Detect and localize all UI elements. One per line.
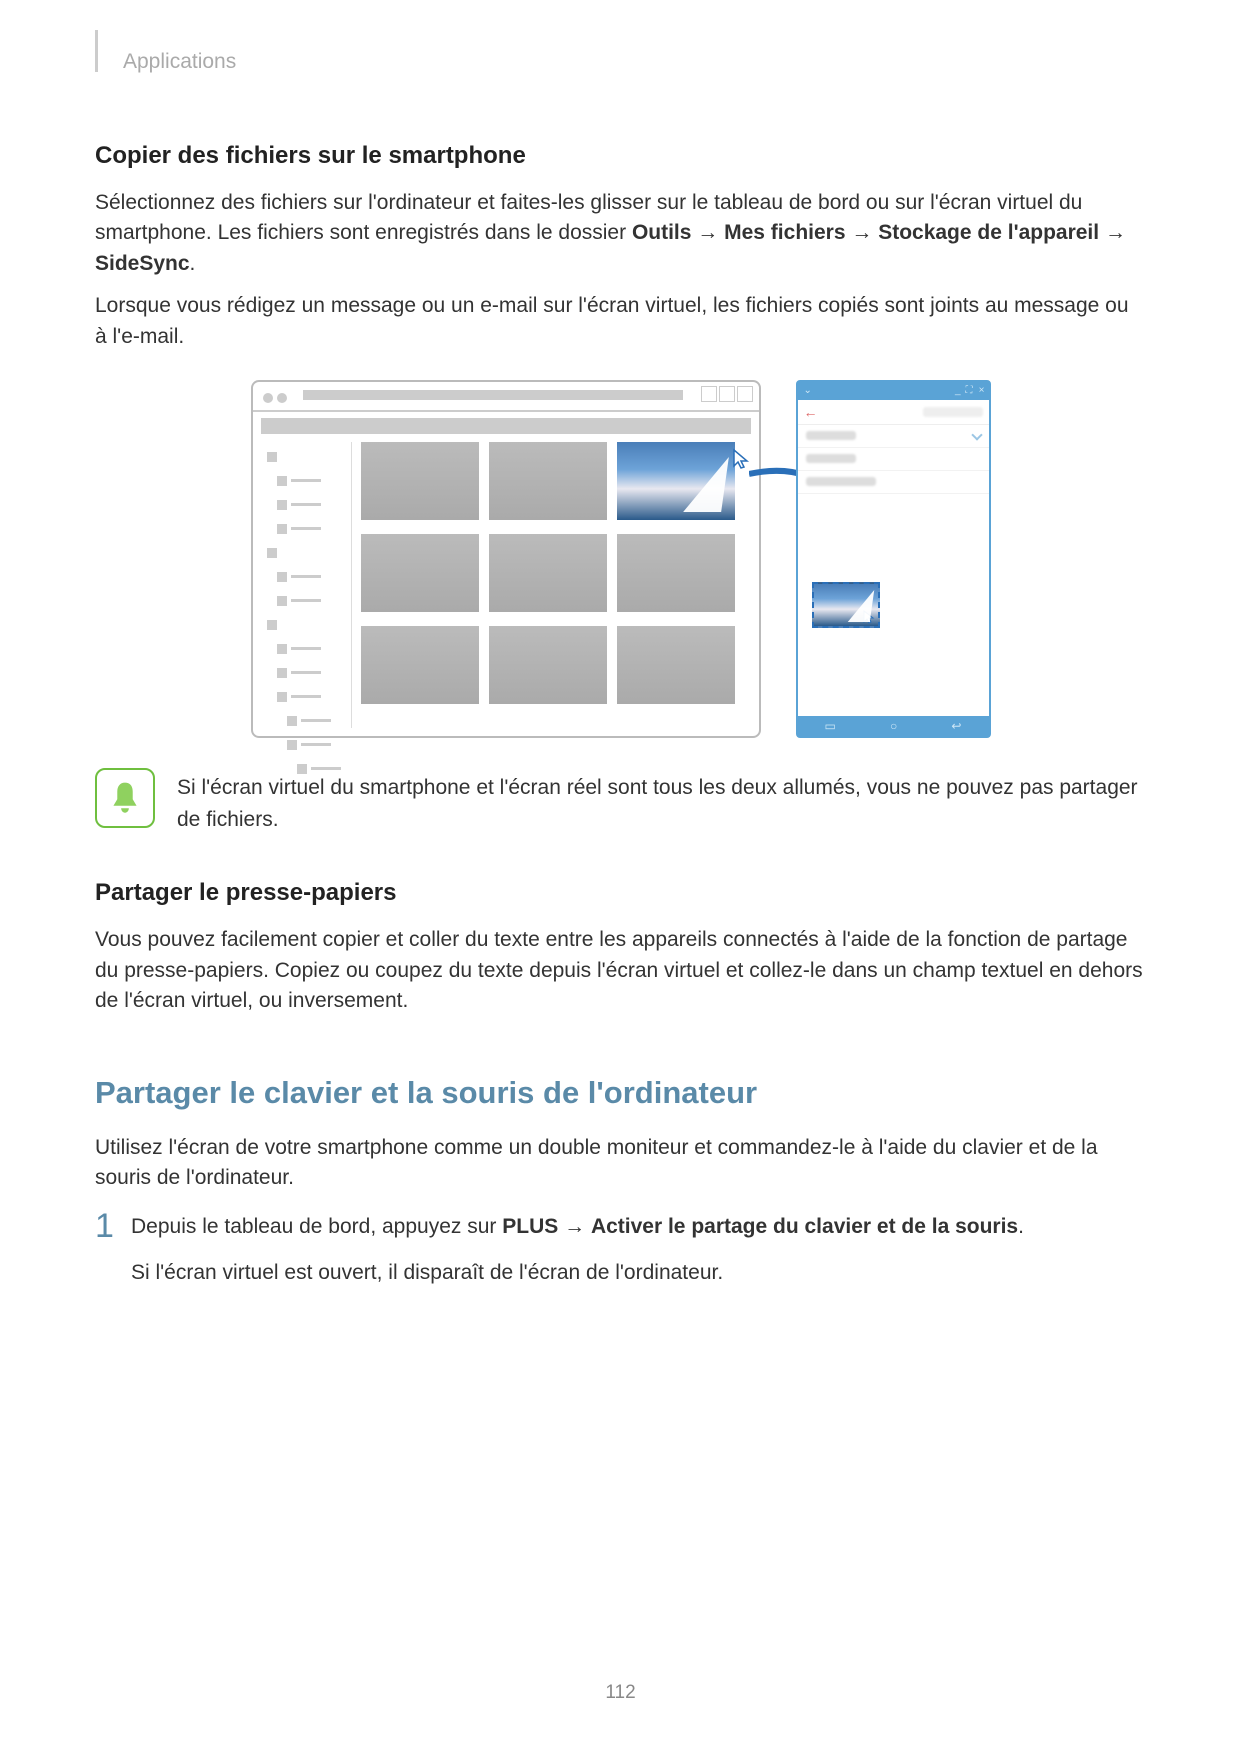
- figure-thumbnail: [489, 626, 607, 704]
- tree-item: [267, 448, 351, 466]
- figure-phone-navbar: ▭ ○ ↩: [798, 716, 989, 736]
- text-segment: .: [190, 252, 196, 275]
- tree-item: [277, 688, 351, 706]
- heading-clipboard: Partager le presse-papiers: [95, 879, 1146, 907]
- figure-window-dots: [263, 390, 291, 408]
- figure-drop-target: [812, 582, 880, 628]
- note-text: Si l'écran virtuel du smartphone et l'éc…: [177, 768, 1146, 835]
- figure-content: [261, 442, 751, 728]
- recent-apps-icon: ▭: [825, 719, 836, 733]
- chevron-down-icon: ⌄: [804, 382, 812, 400]
- figure-thumbnail: [361, 626, 479, 704]
- back-icon: ↩: [951, 719, 961, 733]
- tree-item: [277, 664, 351, 682]
- step-1: 1 Depuis le tableau de bord, appuyez sur…: [95, 1211, 1146, 1302]
- header-accent-line: [95, 30, 98, 72]
- tree-item: [287, 736, 351, 754]
- figure-thumbnail: [489, 442, 607, 520]
- page-number: 112: [0, 1682, 1241, 1704]
- tree-item: [277, 592, 351, 610]
- note-callout: Si l'écran virtuel du smartphone et l'éc…: [95, 768, 1146, 835]
- figure-window-titlebar: [253, 382, 759, 412]
- figure-phone-header: ←: [798, 400, 989, 425]
- figure-thumbnail: [617, 626, 735, 704]
- arrow-icon: →: [691, 221, 724, 244]
- figure-thumbnail: [361, 534, 479, 612]
- path-part-sidesync: SideSync: [95, 252, 190, 275]
- document-page: Applications Copier des fichiers sur le …: [0, 0, 1241, 1754]
- step-body: Depuis le tableau de bord, appuyez sur P…: [131, 1211, 1024, 1302]
- back-icon: ←: [804, 404, 818, 420]
- breadcrumb: Applications: [123, 50, 1146, 74]
- paragraph-copy-files-1: Sélectionnez des fichiers sur l'ordinate…: [95, 188, 1146, 279]
- tree-item: [267, 544, 351, 562]
- expand-icon: ⛶: [966, 382, 973, 400]
- figure-drag-drop: ⌄ _ ⛶ × ← ▭ ○ ↩: [251, 380, 991, 740]
- figure-sidebar-tree: [261, 442, 352, 728]
- figure-phone-row: [798, 471, 989, 494]
- heading-copy-files: Copier des fichiers sur le smartphone: [95, 142, 1146, 170]
- figure-thumbnail: [361, 442, 479, 520]
- arrow-icon: →: [558, 1215, 591, 1238]
- cursor-icon: [731, 448, 753, 470]
- text-segment: Depuis le tableau de bord, appuyez sur: [131, 1215, 502, 1238]
- path-part-mesfichiers: Mes fichiers: [724, 221, 845, 244]
- minimize-icon: _: [955, 382, 961, 400]
- heading-share-keyboard-mouse: Partager le clavier et la souris de l'or…: [95, 1075, 1146, 1111]
- bell-icon: [95, 768, 155, 828]
- path-part-stockage: Stockage de l'appareil: [878, 221, 1099, 244]
- tree-item: [277, 568, 351, 586]
- figure-window-buttons: [699, 386, 753, 407]
- figure-thumbnail: [489, 534, 607, 612]
- paragraph-clipboard: Vous pouvez facilement copier et coller …: [95, 925, 1146, 1016]
- tree-item: [277, 496, 351, 514]
- chevron-down-icon: [971, 430, 982, 441]
- figure-desktop-window: [251, 380, 761, 738]
- figure-phone-window: ⌄ _ ⛶ × ← ▭ ○ ↩: [796, 380, 991, 738]
- step-line-2: Si l'écran virtuel est ouvert, il dispar…: [131, 1257, 1024, 1289]
- tree-item: [277, 640, 351, 658]
- tree-item: [267, 616, 351, 634]
- menu-activate-share: Activer le partage du clavier et de la s…: [591, 1215, 1018, 1238]
- tree-item: [277, 472, 351, 490]
- paragraph-share-km: Utilisez l'écran de votre smartphone com…: [95, 1133, 1146, 1194]
- figure-thumbnail-grid: [361, 442, 751, 728]
- figure-phone-row: [798, 425, 989, 448]
- arrow-icon: →: [1099, 221, 1126, 244]
- tree-item: [277, 520, 351, 538]
- close-icon: ×: [979, 382, 985, 400]
- cursor-icon: [862, 610, 876, 624]
- figure-toolbar: [261, 418, 751, 434]
- figure-thumbnail: [617, 534, 735, 612]
- figure-phone-row: [798, 448, 989, 471]
- step-number: 1: [95, 1209, 131, 1243]
- figure-thumbnail-selected: [617, 442, 735, 520]
- figure-blurred-text: [923, 407, 983, 417]
- tree-item: [297, 760, 351, 778]
- figure-address-bar: [303, 390, 683, 400]
- home-icon: ○: [890, 719, 897, 733]
- text-segment: .: [1018, 1215, 1024, 1238]
- paragraph-copy-files-2: Lorsque vous rédigez un message ou un e-…: [95, 291, 1146, 352]
- step-line-1: Depuis le tableau de bord, appuyez sur P…: [131, 1211, 1024, 1243]
- tree-item: [287, 712, 351, 730]
- path-part-outils: Outils: [632, 221, 692, 244]
- figure-phone-titlebar: ⌄ _ ⛶ ×: [798, 382, 989, 400]
- menu-plus: PLUS: [502, 1215, 558, 1238]
- arrow-icon: →: [846, 221, 879, 244]
